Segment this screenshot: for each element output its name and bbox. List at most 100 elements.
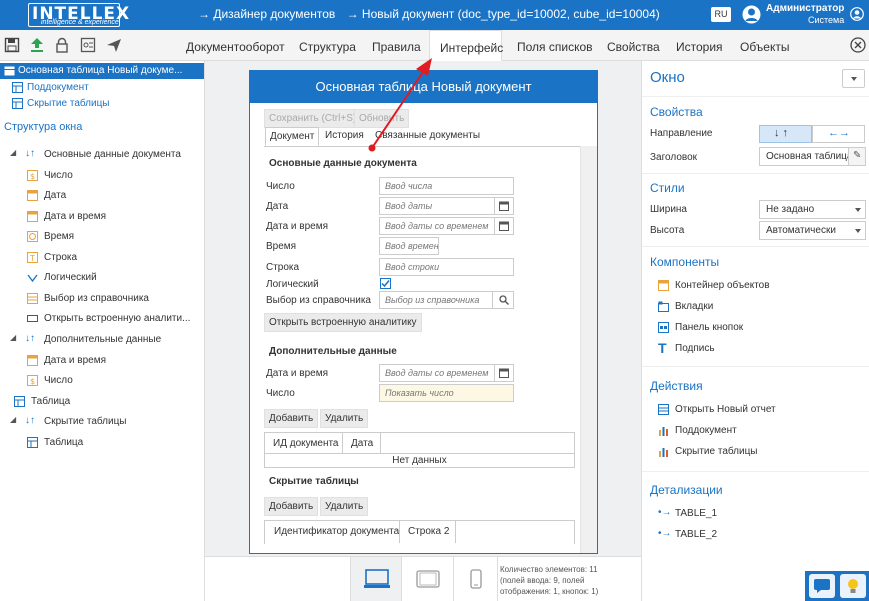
tab-interface[interactable]: Интерфейс: [429, 30, 503, 61]
button-icon: [27, 315, 38, 322]
left-panel: Основная таблица Новый докуме... Поддоку…: [0, 61, 205, 601]
string-input[interactable]: Ввод строки: [379, 258, 514, 276]
datetime-input[interactable]: Ввод даты со временем: [379, 217, 495, 235]
delete-button-2[interactable]: Удалить: [320, 497, 369, 516]
document-preview[interactable]: Основная таблица Новый документ Сохранит…: [249, 70, 598, 554]
tab-structure[interactable]: Структура: [299, 40, 356, 54]
preview-footer: Количество элементов: 11 (полей ввода: 9…: [205, 556, 641, 601]
label-datetime: Дата и время: [266, 221, 329, 232]
direction-horizontal-toggle[interactable]: ←→: [812, 125, 865, 143]
account-icon[interactable]: [850, 7, 864, 21]
section-additional-data: Дополнительные данные: [269, 346, 397, 357]
panel-menu-button[interactable]: [842, 69, 865, 88]
column-header[interactable]: Идентификатор документа: [274, 526, 399, 537]
tips-button[interactable]: [840, 574, 866, 598]
calendar-button[interactable]: [494, 217, 514, 235]
delete-button[interactable]: Удалить: [320, 409, 369, 428]
svg-text:$: $: [30, 172, 35, 181]
app-logo[interactable]: INTELLEX intelligence & experience: [28, 3, 129, 27]
label-time: Время: [266, 241, 297, 252]
chat-button[interactable]: [809, 574, 835, 598]
tab-document[interactable]: Документ: [265, 127, 320, 146]
language-switch[interactable]: RU: [711, 7, 731, 22]
svg-text:$: $: [30, 377, 35, 386]
help-bar: [805, 571, 869, 601]
scrollbar[interactable]: [580, 146, 597, 553]
section-main-data: Основные данные документа: [269, 158, 417, 169]
tab-workflow[interactable]: Документооборот: [186, 40, 285, 54]
number-field-icon: $: [27, 170, 38, 181]
table-icon: [27, 437, 38, 448]
tablet-view-button[interactable]: [402, 557, 454, 601]
send-icon[interactable]: [106, 37, 122, 53]
panel-title: Окно: [650, 69, 685, 86]
column-header[interactable]: ИД документа: [273, 438, 339, 449]
save-icon[interactable]: [4, 37, 20, 53]
add-button[interactable]: Добавить: [264, 409, 319, 428]
label-string: Строка: [266, 262, 300, 273]
save-button[interactable]: Сохранить (Ctrl+S): [264, 109, 362, 128]
close-icon[interactable]: [850, 37, 866, 53]
actions-title: Действия: [650, 379, 703, 393]
text-field-icon: T: [27, 252, 38, 263]
settings-panel-icon[interactable]: [80, 37, 96, 53]
upload-icon[interactable]: [29, 37, 45, 53]
vertical-direction-icon: ↓↑: [25, 148, 35, 159]
column-header[interactable]: Строка 2: [408, 526, 449, 537]
calendar-button[interactable]: [494, 197, 514, 215]
label-number: Число: [266, 181, 295, 192]
tree-item-selected[interactable]: Основная таблица Новый докуме...: [0, 63, 204, 79]
number-input[interactable]: Ввод числа: [379, 177, 514, 195]
element-count: Количество элементов: 11 (полей ввода: 9…: [500, 565, 599, 596]
label-dictionary: Выбор из справочника: [266, 295, 371, 306]
open-analytics-button[interactable]: Открыть встроенную аналитику: [264, 313, 422, 332]
dictionary-input[interactable]: Выбор из справочника: [379, 291, 493, 309]
tab-rules[interactable]: Правила: [372, 40, 421, 54]
user-avatar-icon[interactable]: [742, 5, 761, 24]
lock-icon[interactable]: [54, 37, 70, 53]
calendar-icon: [499, 201, 509, 211]
chevron-down-icon: [855, 208, 861, 212]
tabs-icon: [658, 301, 669, 312]
edit-caption-button[interactable]: ✎: [848, 147, 866, 166]
expand-icon[interactable]: ◢: [10, 415, 16, 424]
vertical-direction-icon: ↓↑: [25, 333, 35, 344]
expand-icon[interactable]: ◢: [10, 333, 16, 342]
tab-list-fields[interactable]: Поля списков: [517, 40, 593, 54]
chat-icon: [814, 579, 830, 593]
height-label: Высота: [650, 225, 685, 236]
table-icon: [12, 98, 23, 109]
components-title: Компоненты: [650, 255, 720, 269]
chevron-down-icon: [855, 229, 861, 233]
table-icon: [4, 66, 15, 76]
breadcrumb-designer[interactable]: → Дизайнер документов: [198, 7, 335, 21]
phone-icon: [470, 569, 482, 589]
calendar-button[interactable]: [494, 364, 514, 382]
time-input[interactable]: Ввод времени: [379, 237, 439, 255]
add-button-2[interactable]: Добавить: [264, 497, 319, 516]
table-icon: [12, 82, 23, 93]
refresh-button[interactable]: Обновить: [354, 109, 410, 128]
tab-doc-history[interactable]: История: [321, 127, 368, 146]
desktop-view-button[interactable]: [350, 557, 402, 601]
phone-view-button[interactable]: [454, 557, 498, 601]
desktop-icon: [364, 569, 390, 588]
column-header[interactable]: Дата: [351, 438, 373, 449]
datetime-input-2[interactable]: Ввод даты со временем: [379, 364, 495, 382]
tab-related-docs[interactable]: Связанные документы: [371, 127, 484, 146]
tab-objects[interactable]: Объекты: [740, 40, 790, 54]
search-button[interactable]: [492, 291, 514, 309]
direction-vertical-toggle[interactable]: ↓ ↑: [759, 125, 812, 143]
date-input[interactable]: Ввод даты: [379, 197, 495, 215]
caption-input[interactable]: Основная таблица: [759, 147, 849, 166]
expand-icon[interactable]: ◢: [10, 148, 16, 157]
boolean-checkbox[interactable]: [380, 278, 391, 289]
breadcrumb-document: → Новый документ (doc_type_id=10002, cub…: [346, 7, 660, 21]
calendar-icon: [27, 355, 38, 366]
search-icon: [499, 295, 509, 305]
tab-properties[interactable]: Свойства: [607, 40, 660, 54]
label-boolean: Логический: [266, 279, 319, 290]
tab-history[interactable]: История: [676, 40, 723, 54]
height-select[interactable]: Автоматически: [759, 221, 866, 240]
width-select[interactable]: Не задано: [759, 200, 866, 219]
